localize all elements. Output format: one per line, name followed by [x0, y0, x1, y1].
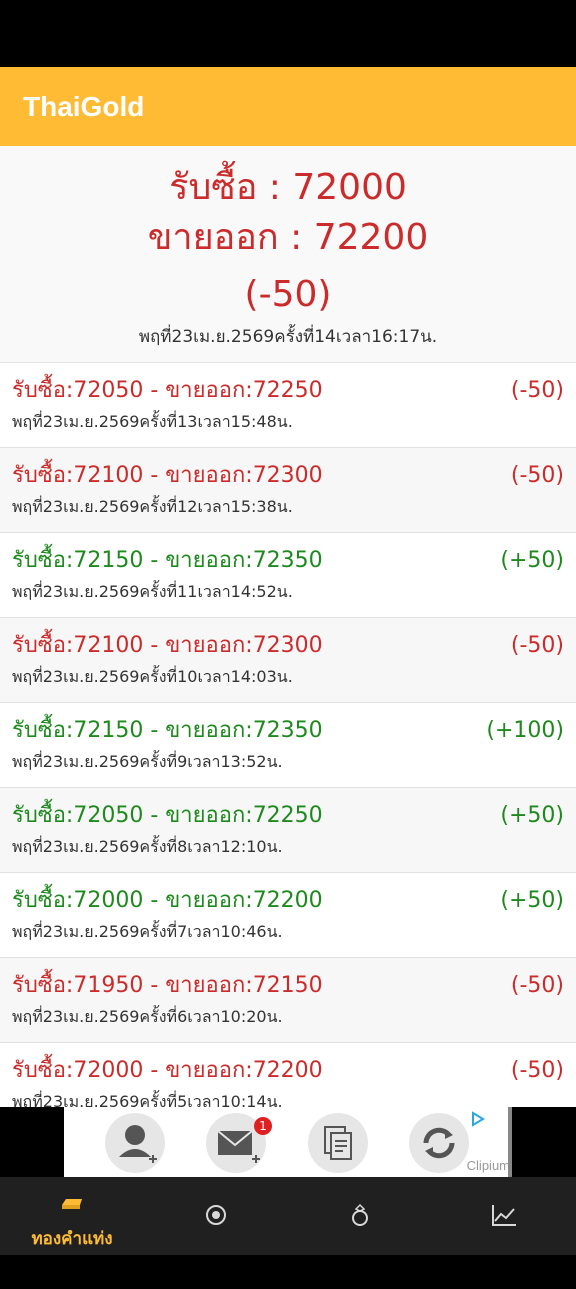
app-title: ThaiGold — [23, 91, 145, 122]
latest-buy-price: รับซื้อ : 72000 — [169, 167, 407, 208]
list-item-change: (+100) — [486, 718, 564, 743]
mail-icon[interactable]: 1 — [206, 1113, 272, 1173]
latest-price-summary: รับซื้อ : 72000 ขายออก : 72200 (-50) พฤท… — [0, 146, 576, 363]
list-item-price: รับซื้อ:72100 - ขายออก:72300 — [12, 633, 323, 658]
chart-line-icon — [492, 1205, 516, 1226]
add-user-icon[interactable] — [105, 1113, 165, 1173]
list-item-price: รับซื้อ:72000 - ขายออก:72200 — [12, 888, 323, 913]
price-history-list[interactable]: รับซื้อ:72050 - ขายออก:72250 (-50) พฤที่23… — [0, 363, 576, 1107]
nav-tab-gold-bar[interactable]: ทองคำแท่ง — [0, 1177, 144, 1255]
list-item-time: พฤที่23เม.ย.2569ครั้งที่8เวลา12:10น. — [12, 837, 283, 856]
nav-tab-2[interactable] — [144, 1177, 288, 1255]
list-item-change: (-50) — [510, 633, 564, 658]
latest-sell-price: ขายออก : 72200 — [147, 217, 429, 258]
list-item[interactable]: รับซื้อ:72000 - ขายออก:72200 (+50) พฤที่23… — [0, 873, 576, 958]
list-item-price: รับซื้อ:72100 - ขายออก:72300 — [12, 463, 323, 488]
nav-tab-3[interactable] — [288, 1177, 432, 1255]
list-item-time: พฤที่23เม.ย.2569ครั้งที่13เวลา15:48น. — [12, 412, 293, 431]
list-item-price: รับซื้อ:71950 - ขายออก:72150 — [12, 973, 323, 998]
list-item-time: พฤที่23เม.ย.2569ครั้งที่9เวลา13:52น. — [12, 752, 283, 771]
bottom-navigation: ทองคำแท่ง — [0, 1177, 576, 1255]
main-content[interactable]: รับซื้อ : 72000 ขายออก : 72200 (-50) พฤท… — [0, 146, 576, 1107]
ad-banner[interactable]: 1 Clipium — [0, 1107, 576, 1177]
list-item-price: รับซื้อ:72050 - ขายออก:72250 — [12, 378, 323, 403]
list-item[interactable]: รับซื้อ:71950 - ขายออก:72150 (-50) พฤที่23… — [0, 958, 576, 1043]
app-bar: ThaiGold — [0, 67, 576, 146]
list-item-change: (+50) — [500, 548, 564, 573]
nav-tab-4[interactable] — [432, 1177, 576, 1255]
list-item[interactable]: รับซื้อ:72000 - ขายออก:72200 (-50) พฤที่23… — [0, 1043, 576, 1108]
list-item-change: (+50) — [500, 888, 564, 913]
target-icon — [206, 1205, 226, 1225]
list-item-price: รับซื้อ:72050 - ขายออก:72250 — [12, 803, 323, 828]
list-item-price: รับซื้อ:72000 - ขายออก:72200 — [12, 1058, 323, 1083]
list-item-time: พฤที่23เม.ย.2569ครั้งที่7เวลา10:46น. — [12, 922, 283, 941]
ad-content[interactable]: 1 Clipium — [64, 1107, 512, 1177]
list-item-price: รับซื้อ:72150 - ขายออก:72350 — [12, 548, 323, 573]
list-item[interactable]: รับซื้อ:72050 - ขายออก:72250 (+50) พฤที่23… — [0, 788, 576, 873]
list-item[interactable]: รับซื้อ:72050 - ขายออก:72250 (-50) พฤที่23… — [0, 363, 576, 448]
list-item-change: (-50) — [510, 463, 564, 488]
list-item-time: พฤที่23เม.ย.2569ครั้งที่11เวลา14:52น. — [12, 582, 293, 601]
list-item-change: (-50) — [510, 1058, 564, 1083]
list-item-time: พฤที่23เม.ย.2569ครั้งที่12เวลา15:38น. — [12, 497, 293, 516]
list-item-price: รับซื้อ:72150 - ขายออก:72350 — [12, 718, 323, 743]
list-item[interactable]: รับซื้อ:72150 - ขายออก:72350 (+100) พฤที่2… — [0, 703, 576, 788]
gold-bar-icon — [62, 1199, 82, 1209]
refresh-icon[interactable] — [409, 1113, 469, 1173]
ad-choices-icon[interactable] — [470, 1111, 486, 1131]
latest-price-change: (-50) — [244, 274, 332, 315]
latest-update-time: พฤที่23เม.ย.2569ครั้งที่14เวลา16:17น. — [138, 327, 438, 347]
ring-icon — [352, 1203, 368, 1226]
copy-document-icon[interactable] — [308, 1113, 368, 1173]
status-bar — [0, 0, 576, 67]
list-item-change: (-50) — [510, 973, 564, 998]
list-item-time: พฤที่23เม.ย.2569ครั้งที่5เวลา10:14น. — [12, 1092, 283, 1107]
list-item-time: พฤที่23เม.ย.2569ครั้งที่10เวลา14:03น. — [12, 667, 293, 686]
ad-brand-label: Clipium — [466, 1158, 510, 1173]
nav-tab-gold-bar-label: ทองคำแท่ง — [31, 1229, 113, 1249]
ad-divider — [508, 1107, 512, 1177]
list-item-change: (+50) — [500, 803, 564, 828]
list-item-time: พฤที่23เม.ย.2569ครั้งที่6เวลา10:20น. — [12, 1007, 283, 1026]
system-navigation-bar — [0, 1255, 576, 1289]
list-item-change: (-50) — [510, 378, 564, 403]
list-item[interactable]: รับซื้อ:72100 - ขายออก:72300 (-50) พฤที่23… — [0, 618, 576, 703]
list-item[interactable]: รับซื้อ:72150 - ขายออก:72350 (+50) พฤที่23… — [0, 533, 576, 618]
list-item[interactable]: รับซื้อ:72100 - ขายออก:72300 (-50) พฤที่23… — [0, 448, 576, 533]
notification-badge: 1 — [254, 1117, 272, 1135]
